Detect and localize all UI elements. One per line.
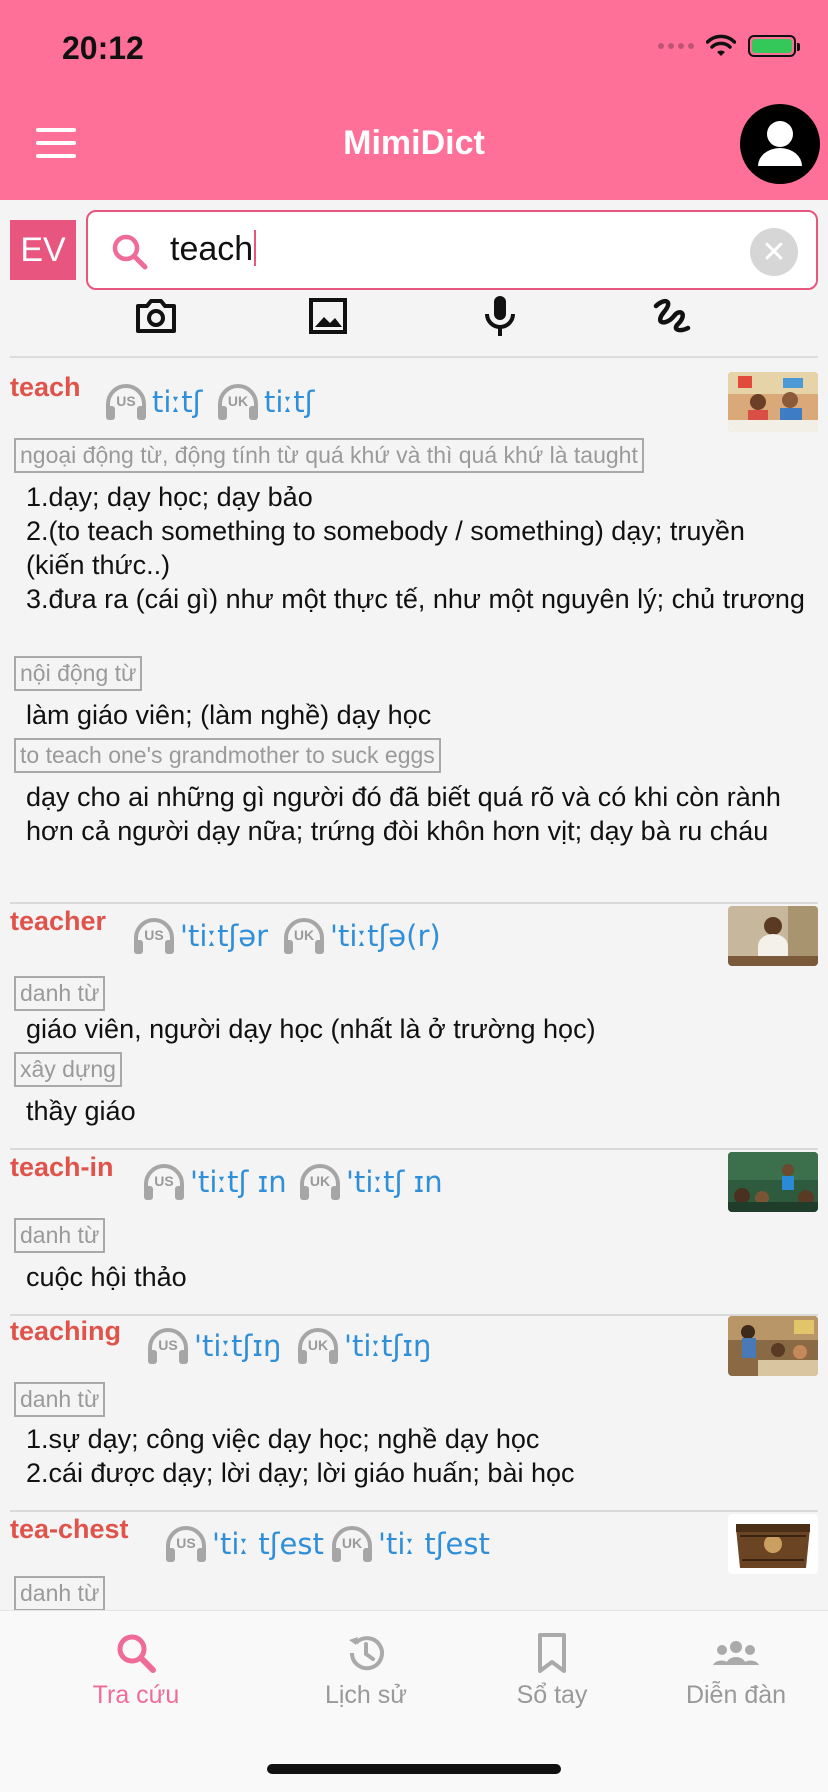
headphones-icon[interactable]: UK — [328, 1522, 376, 1566]
wifi-icon — [706, 34, 736, 56]
entry-word[interactable]: teach-in — [10, 1152, 114, 1183]
battery-icon — [748, 35, 800, 57]
uk-pronunciation[interactable]: UK tiːtʃ — [214, 380, 314, 424]
uk-pronunciation[interactable]: UK 'tiːtʃə(r) — [280, 914, 441, 958]
app-header: 20:12 MimiDict — [0, 0, 828, 200]
definition: làm giáo viên; (làm nghề) dạy học — [26, 700, 432, 730]
word-type-tag: ngoại động từ, động tính từ quá khứ và t… — [14, 438, 644, 473]
headphones-icon[interactable]: US — [102, 380, 150, 424]
us-pronunciation[interactable]: US tiːtʃ — [102, 380, 202, 424]
entry-thumbnail-image[interactable] — [728, 1316, 818, 1376]
us-ipa: tiːtʃ — [152, 385, 203, 419]
entry-thumbnail-image[interactable] — [728, 1152, 818, 1212]
uk-pronunciation[interactable]: UK 'tiːtʃɪŋ — [294, 1324, 431, 1368]
language-toggle-button[interactable]: EV — [10, 220, 76, 280]
entry-word[interactable]: tea-chest — [10, 1514, 129, 1545]
headphones-icon[interactable]: US — [144, 1324, 192, 1368]
divider — [10, 356, 818, 358]
us-pronunciation[interactable]: US 'tiːtʃɪŋ — [144, 1324, 281, 1368]
word-type-tag: danh từ — [14, 1382, 106, 1417]
clear-search-button[interactable]: ✕ — [750, 228, 798, 276]
headphones-icon[interactable]: US — [130, 914, 178, 958]
headphones-icon[interactable]: US — [162, 1522, 210, 1566]
entry-separator — [10, 1314, 818, 1316]
tab-forum[interactable]: Diễn đàn — [646, 1631, 826, 1710]
entry-thumbnail-image[interactable] — [728, 1514, 818, 1574]
history-icon — [349, 1636, 384, 1671]
entry-word[interactable]: teacher — [10, 906, 106, 937]
uk-ipa: 'tiːtʃə(r) — [330, 919, 441, 953]
us-pronunciation[interactable]: US 'tiː tʃest — [162, 1522, 324, 1566]
status-icons — [658, 34, 800, 58]
word-type-tag: danh từ — [14, 976, 106, 1011]
definition: giáo viên, người dạy học (nhất là ở trườ… — [26, 1014, 596, 1044]
us-ipa: 'tiːtʃər — [180, 919, 269, 953]
entry-separator — [10, 1510, 818, 1512]
entry-separator — [10, 902, 818, 904]
headphones-icon[interactable]: US — [140, 1160, 188, 1204]
uk-pronunciation[interactable]: UK 'tiːtʃ ɪn — [296, 1160, 443, 1204]
user-icon — [758, 121, 802, 166]
camera-icon[interactable] — [132, 292, 180, 340]
definition: 1.dạy; dạy học; dạy bảo 2.(to teach some… — [26, 482, 805, 614]
image-icon[interactable] — [304, 292, 352, 340]
headphones-icon[interactable]: UK — [296, 1160, 344, 1204]
us-ipa: 'tiː tʃest — [212, 1527, 324, 1561]
word-type-tag: xây dựng — [14, 1052, 122, 1087]
definition: 1.sự dạy; công việc dạy học; nghề dạy họ… — [26, 1424, 575, 1488]
uk-pronunciation[interactable]: UK 'tiː tʃest — [328, 1522, 490, 1566]
search-icon — [117, 1634, 156, 1673]
headphones-icon[interactable]: UK — [280, 914, 328, 958]
headphones-icon[interactable]: UK — [294, 1324, 342, 1368]
input-tools — [0, 292, 828, 344]
search-icon — [112, 234, 148, 270]
entry-separator — [10, 1148, 818, 1150]
definition: cuộc hội thảo — [26, 1262, 187, 1292]
us-pronunciation[interactable]: US 'tiːtʃ ɪn — [140, 1160, 287, 1204]
definition: dạy cho ai những gì người đó đã biết quá… — [26, 782, 781, 846]
search-query[interactable]: teach — [170, 230, 257, 269]
tab-notebook[interactable]: Sổ tay — [462, 1631, 642, 1710]
definition: thầy giáo — [26, 1096, 136, 1126]
app-title: MimiDict — [343, 124, 485, 162]
uk-ipa: 'tiː tʃest — [378, 1527, 490, 1561]
entry-word[interactable]: teaching — [10, 1316, 121, 1347]
entry-thumbnail-image[interactable] — [728, 906, 818, 966]
uk-ipa: tiːtʃ — [264, 385, 315, 419]
word-type-tag: nội động từ — [14, 656, 143, 691]
cellular-icon — [658, 43, 694, 49]
uk-ipa: 'tiːtʃɪŋ — [344, 1329, 432, 1363]
us-ipa: 'tiːtʃ ɪn — [190, 1165, 287, 1199]
home-indicator[interactable] — [267, 1764, 561, 1774]
us-ipa: 'tiːtʃɪŋ — [194, 1329, 282, 1363]
tab-history[interactable]: Lịch sử — [276, 1631, 456, 1710]
handwriting-icon[interactable] — [648, 292, 696, 340]
idiom-tag: to teach one's grandmother to suck eggs — [14, 738, 441, 773]
tab-lookup[interactable]: Tra cứu — [46, 1631, 226, 1710]
microphone-icon[interactable] — [476, 292, 524, 340]
status-time: 20:12 — [62, 30, 144, 66]
headphones-icon[interactable]: UK — [214, 380, 262, 424]
us-pronunciation[interactable]: US 'tiːtʃər — [130, 914, 268, 958]
people-icon — [713, 1641, 759, 1665]
bookmark-icon — [538, 1633, 566, 1673]
profile-avatar[interactable] — [740, 104, 820, 184]
word-type-tag: danh từ — [14, 1576, 106, 1611]
entry-word[interactable]: teach — [10, 372, 81, 403]
entry-thumbnail-image[interactable] — [728, 372, 818, 432]
word-type-tag: danh từ — [14, 1218, 106, 1253]
uk-ipa: 'tiːtʃ ɪn — [346, 1165, 443, 1199]
search-input[interactable]: teach ✕ — [86, 210, 818, 290]
